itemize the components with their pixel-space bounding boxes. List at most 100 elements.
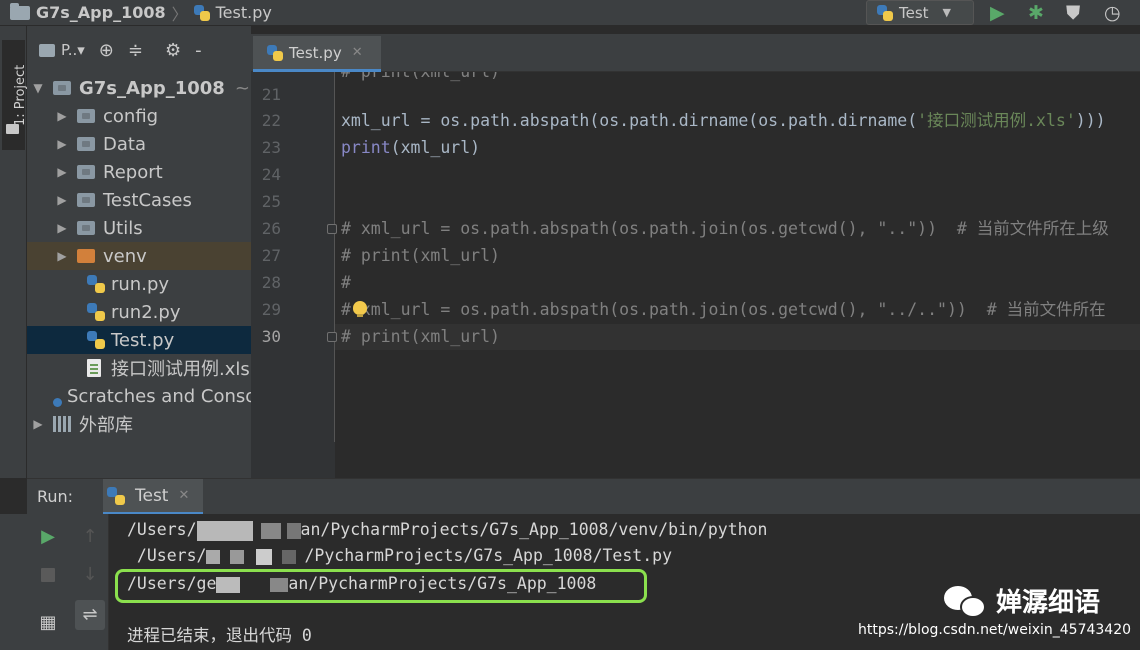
tree-item-report[interactable]: ▶ Report	[27, 158, 251, 186]
expand-arrow-icon[interactable]: ▶	[55, 137, 69, 151]
tree-item-external-libraries[interactable]: ▶ 外部库	[27, 410, 251, 438]
run-with-coverage-icon[interactable]: ⛊	[1066, 1, 1080, 25]
project-view-select[interactable]: P..▾	[61, 41, 85, 59]
run-panel-header: Run: Test ✕	[27, 478, 1140, 515]
down-arrow-icon[interactable]: ↓	[75, 560, 105, 590]
console-line: 进程已结束，退出代码 0	[127, 626, 312, 645]
layout-icon[interactable]: ▦	[33, 608, 63, 638]
expand-arrow-icon[interactable]: ▶	[55, 221, 69, 235]
line-number: 22	[261, 111, 281, 130]
tree-item-run2-py[interactable]: run2.py	[27, 298, 251, 326]
run-left-strip	[0, 514, 27, 650]
run-configuration-select[interactable]: Test ▼	[866, 0, 974, 25]
lightbulb-icon[interactable]	[353, 301, 367, 317]
tree-item-config[interactable]: ▶ config	[27, 102, 251, 130]
python-file-icon	[193, 4, 210, 21]
stop-icon[interactable]	[41, 568, 55, 582]
code-line-26: # xml_url = os.path.abspath(os.path.join…	[341, 219, 1109, 238]
wechat-icon	[944, 584, 988, 618]
expand-arrow-icon[interactable]: ▼	[31, 81, 45, 95]
tree-item-label: Scratches and Consoles	[67, 385, 251, 407]
expand-arrow-icon[interactable]: ▶	[55, 109, 69, 123]
redacted-block	[256, 548, 273, 565]
code-editor[interactable]: # print(xml_url) 21 22 23 24 25 26 27 28…	[251, 72, 1140, 442]
line-number: 21	[261, 85, 281, 104]
tree-item-label: Data	[103, 133, 146, 155]
tree-item-xls[interactable]: 接口测试用例.xls	[27, 354, 251, 382]
line-number: 27	[261, 246, 281, 265]
libraries-icon	[53, 416, 71, 432]
folder-icon	[77, 165, 95, 179]
tab-test-py[interactable]: Test.py ✕	[253, 36, 381, 72]
breadcrumb-file[interactable]: Test.py	[216, 3, 272, 22]
rerun-icon[interactable]: ▶	[33, 522, 63, 552]
run-panel-label: Run:	[37, 487, 74, 506]
tree-item-data[interactable]: ▶ Data	[27, 130, 251, 158]
profile-icon[interactable]: ◷	[1104, 1, 1121, 25]
hide-panel-icon[interactable]: -	[195, 40, 202, 61]
folder-icon	[10, 2, 30, 20]
watermark-url: https://blog.csdn.net/weixin_45743420	[858, 622, 1132, 638]
tree-item-label: run2.py	[111, 301, 181, 323]
fold-marker-icon[interactable]	[327, 332, 337, 342]
tree-item-testcases[interactable]: ▶ TestCases	[27, 186, 251, 214]
code-text: )))	[1075, 111, 1106, 130]
close-icon[interactable]: ✕	[178, 488, 189, 503]
folder-icon	[77, 137, 95, 151]
line-number: 28	[261, 273, 281, 292]
close-icon[interactable]: ✕	[352, 45, 363, 60]
line-number: 24	[261, 165, 281, 184]
project-folder-icon	[6, 124, 19, 134]
code-line-27: # print(xml_url)	[341, 246, 500, 265]
python-file-icon	[267, 44, 283, 61]
breadcrumb-project[interactable]: G7s_App_1008	[36, 3, 166, 22]
editor-gutter	[251, 442, 335, 478]
excluded-folder-icon	[77, 249, 95, 263]
locate-target-icon[interactable]: ⊕	[99, 40, 114, 61]
gear-icon[interactable]: ⚙	[165, 40, 181, 61]
line-number: 29	[261, 300, 281, 319]
redacted-block	[260, 522, 281, 539]
code-line-29: # xml_url = os.path.abspath(os.path.join…	[341, 300, 1106, 319]
tree-item-utils[interactable]: ▶ Utils	[27, 214, 251, 242]
tree-item-run-py[interactable]: run.py	[27, 270, 251, 298]
redacted-block	[196, 520, 253, 541]
console-line: /Users/an/PycharmProjects/G7s_App_1008/v…	[127, 520, 768, 541]
python-file-icon	[87, 275, 105, 293]
folder-icon	[53, 81, 71, 95]
expand-arrow-icon[interactable]: ▶	[31, 417, 45, 431]
console-line-highlighted: /Users/ge an/PycharmProjects/G7s_App_1008	[127, 574, 597, 593]
code-line-30: # print(xml_url)	[341, 327, 500, 346]
project-tree: ▼ G7s_App_1008 ~ ▶ config ▶ Data ▶ Repor…	[27, 74, 251, 438]
expand-arrow-icon[interactable]: ▶	[55, 249, 69, 263]
folder-icon	[77, 109, 95, 123]
tree-item-test-py[interactable]: Test.py	[27, 326, 251, 354]
code-string: '接口测试用例.xls'	[917, 111, 1076, 130]
tree-item-label: Utils	[103, 217, 143, 239]
tree-item-venv[interactable]: ▶ venv	[27, 242, 251, 270]
redacted-block	[230, 549, 245, 564]
collapse-all-icon[interactable]: ≑	[128, 40, 143, 61]
run-tab-test[interactable]: Test ✕	[103, 479, 203, 515]
code-text: (xml_url)	[390, 138, 481, 157]
soft-wrap-icon[interactable]: ⇌	[75, 600, 105, 630]
redacted-block	[216, 576, 241, 593]
expand-arrow-icon[interactable]: ▶	[55, 193, 69, 207]
fold-marker-icon[interactable]	[327, 224, 337, 234]
redacted-block	[282, 549, 297, 564]
tree-item-label: 接口测试用例.xls	[111, 359, 250, 380]
line-number-current: 30	[261, 327, 281, 346]
code-line-28: #	[341, 273, 351, 292]
python-file-icon	[87, 331, 105, 349]
tree-root[interactable]: ▼ G7s_App_1008 ~	[27, 74, 251, 102]
up-arrow-icon[interactable]: ↑	[75, 522, 105, 552]
debug-icon[interactable]: ✱	[1028, 1, 1044, 25]
tree-item-scratches[interactable]: Scratches and Consoles	[27, 382, 251, 410]
tree-item-label: run.py	[111, 273, 170, 295]
tree-item-label: TestCases	[103, 189, 192, 211]
run-icon[interactable]: ▶	[990, 1, 1005, 25]
expand-arrow-icon[interactable]: ▶	[55, 165, 69, 179]
run-tab-label: Test	[135, 485, 169, 506]
navigation-bar: G7s_App_1008 〉 Test.py Test ▼ ▶ ✱ ⛊ ◷	[0, 0, 1140, 26]
tree-item-label: Test.py	[111, 329, 175, 351]
